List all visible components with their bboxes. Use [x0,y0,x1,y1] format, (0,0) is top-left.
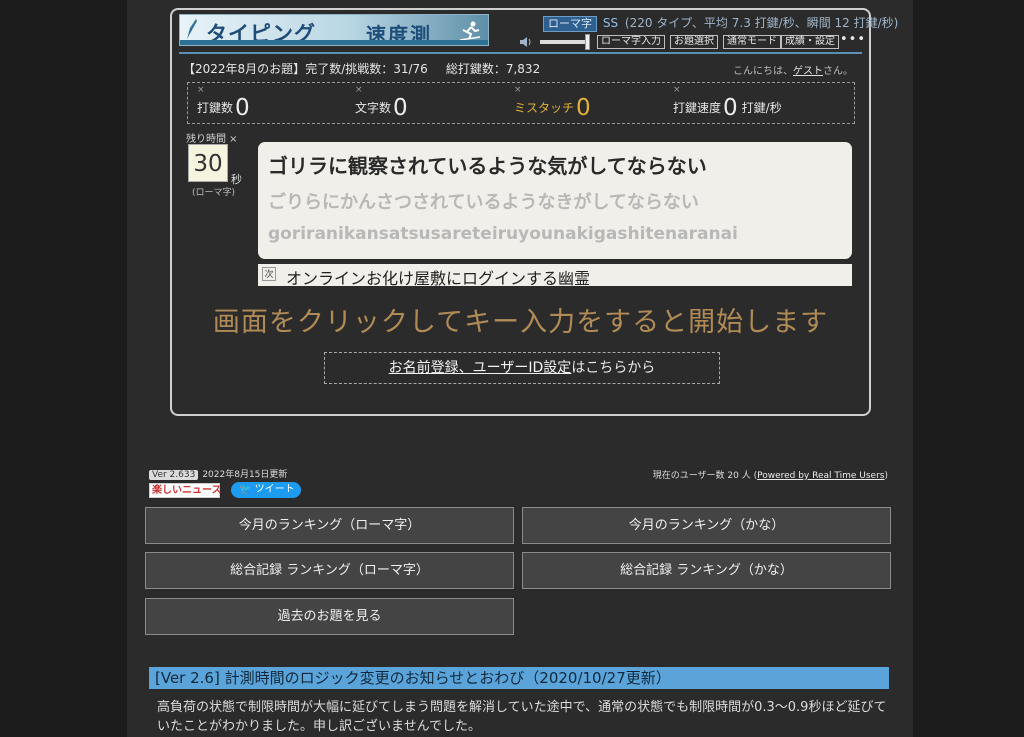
keys-value: 0 [235,95,250,121]
mode-rank: SS [602,16,619,30]
normal-mode-button[interactable]: 通常モード [723,35,781,49]
more-menu-icon[interactable]: ••• [840,32,866,47]
user-count: 現在のユーザー数 20 人 (Powered by Real Time User… [652,471,888,481]
fun-news-banner[interactable]: 楽しいニュース [149,483,222,498]
stats-box: × 打鍵数0 × 文字数0 × ミスタッチ0 × 打鍵速度0 打鍵/秒 [187,82,855,124]
volume-slider-handle[interactable] [585,34,590,50]
volume-slider-track[interactable] [540,40,588,44]
miss-value: 0 [576,95,591,121]
stat-speed: × 打鍵速度0 打鍵/秒 [673,85,782,122]
site-logo[interactable]: タイピング 速度測 [179,14,489,47]
stat-keys: × 打鍵数0 [197,85,250,122]
page: タイピング 速度測 ローマ字 SS (220 タイプ、平均 7.3 打鍵/秒、瞬… [127,0,913,737]
mode-stats: (220 タイプ、平均 7.3 打鍵/秒、瞬間 12 打鍵/秒) [624,16,899,30]
monthly-theme: 【2022年8月のお題】 [183,62,306,76]
notice-body: 高負荷の状態で制限時間が大幅に延びてしまう問題を解消していた途中で、通常の状態で… [157,700,887,734]
monthly-ranking-romaji-button[interactable]: 今月のランキング（ローマ字） [145,507,514,544]
question-text: ゴリラに観察されているような気がしてならない [268,154,707,178]
next-tag: 次 [262,267,276,281]
guest-link[interactable]: ゲスト [793,66,823,77]
past-questions-button[interactable]: 過去のお題を見る [145,598,514,635]
register-box: お名前登録、ユーザーID設定はこちらから [324,352,720,384]
realtime-users-link[interactable]: Powered by Real Time Users [757,471,884,481]
results-settings-button[interactable]: 成績・設定 [781,35,839,49]
pen-icon [187,19,197,39]
tweet-label: ツイート [254,484,295,495]
version-info: Ver 2.633 2022年8月15日更新 [149,467,287,480]
question-romaji: goriranikansatsusareteiruyounakigashiten… [268,224,738,244]
mode-badge: ローマ字 [543,16,597,32]
start-message[interactable]: 画面をクリックしてキー入力をすると開始します [172,300,869,339]
speaker-icon[interactable] [519,36,533,48]
twitter-bird-icon: 🐦 [239,484,255,495]
mode-summary: ローマ字 SS (220 タイプ、平均 7.3 打鍵/秒、瞬間 12 打鍵/秒) [543,14,898,32]
tweet-button[interactable]: 🐦 ツイート [231,482,301,498]
stat-chars: × 文字数0 [355,85,408,122]
next-question: 次 オンラインお化け屋敷にログインする幽霊 [258,264,852,288]
total-keys-count: 7,832 [505,62,541,76]
question-kana: ごりらにかんさつされているようなきがしてならない [268,192,699,213]
timer-value: 30 [188,144,228,182]
overall-ranking-kana-button[interactable]: 総合記録 ランキング（かな） [522,552,891,589]
header-divider [179,52,862,54]
monthly-info: 【2022年8月のお題】完了数/挑戦数：31/76 総打鍵数：7,832 [183,62,541,76]
timer-mode: (ローマ字) [192,188,236,198]
completed-count: 31/76 [393,62,428,76]
greeting: こんにちは、ゲストさん。 [733,66,853,77]
speed-value: 0 [723,95,738,121]
version-badge: Ver 2.633 [149,470,199,480]
notice-title: [Ver 2.6] 計測時間のロジック変更のお知らせとおわび（2020/10/2… [149,667,889,689]
select-question-button[interactable]: お題選択 [670,35,718,49]
chars-value: 0 [393,95,408,121]
question-box[interactable]: ゴリラに観察されているような気がしてならない ごりらにかんさつされているようなき… [258,142,852,259]
register-link[interactable]: お名前登録、ユーザーID設定 [389,360,572,376]
stat-miss: × ミスタッチ0 [514,85,591,122]
timer-label[interactable]: 残り時間 × [186,130,238,145]
update-date: 2022年8月15日更新 [202,470,288,480]
typing-game-panel[interactable]: タイピング 速度測 ローマ字 SS (220 タイプ、平均 7.3 打鍵/秒、瞬… [170,8,898,416]
romaji-input-button[interactable]: ローマ字入力 [597,35,665,49]
monthly-ranking-kana-button[interactable]: 今月のランキング（かな） [522,507,891,544]
skier-icon [459,21,481,41]
next-question-text: オンラインお化け屋敷にログインする幽霊 [286,269,591,288]
overall-ranking-romaji-button[interactable]: 総合記録 ランキング（ローマ字） [145,552,514,589]
logo-bar [180,40,488,45]
